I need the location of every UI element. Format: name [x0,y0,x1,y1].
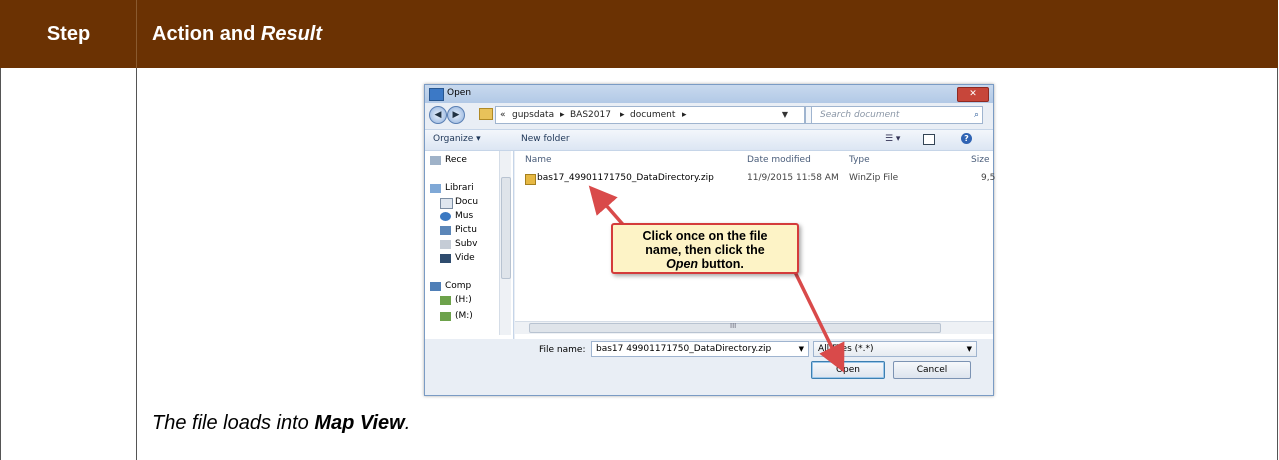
instruction-table: Step Action and Result Open ✕ ◀ ▶ « gups… [0,0,1278,460]
result-text: The file loads into Map View. [152,412,410,435]
result-map-view: Map View [314,412,405,434]
callout-line-3-rest: button. [698,257,744,271]
result-text-after: . [404,412,411,434]
result-text-before: The file loads into [152,412,315,434]
callout-line-1: Click once on the file [642,229,768,243]
callout-line-2: name, then click the [645,243,765,257]
callout-instruction: Click once on the file name, then click … [611,223,799,274]
callout-line-3: Open button. [613,257,797,271]
callout-open-italic: Open [666,257,699,271]
arrow-to-open-button [793,271,845,373]
